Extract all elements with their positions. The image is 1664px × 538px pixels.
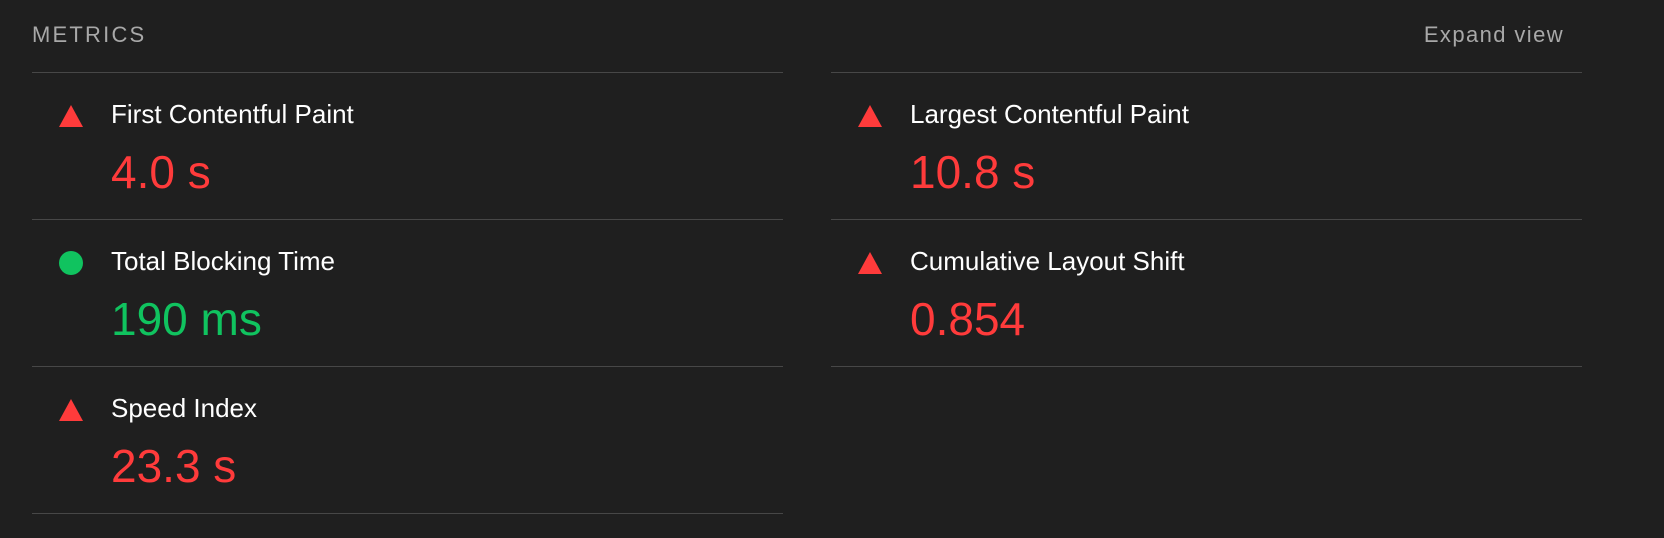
metrics-header: METRICS Expand view: [32, 22, 1564, 50]
metric-value: 10.8 s: [910, 146, 1036, 198]
metric-label: Cumulative Layout Shift: [910, 246, 1185, 276]
metrics-panel: METRICS Expand view First Contentful Pai…: [0, 0, 1664, 538]
metric-label: Total Blocking Time: [111, 246, 335, 276]
metric-value: 190 ms: [111, 293, 262, 345]
metric-label: Speed Index: [111, 393, 258, 423]
triangle-warning-icon: [59, 399, 83, 421]
triangle-warning-icon: [858, 252, 882, 274]
metric-first-contentful-paint: First Contentful Paint 4.0 s: [32, 73, 783, 220]
metric-value: 4.0 s: [111, 146, 211, 198]
circle-pass-icon: [59, 251, 83, 275]
metric-total-blocking-time: Total Blocking Time 190 ms: [32, 220, 783, 367]
expand-view-button[interactable]: Expand view: [1424, 22, 1564, 48]
metric-cumulative-layout-shift: Cumulative Layout Shift 0.854: [831, 220, 1582, 367]
metric-value: 0.854: [910, 293, 1026, 345]
triangle-warning-icon: [858, 105, 882, 127]
metric-value: 23.3 s: [111, 440, 237, 492]
metric-largest-contentful-paint: Largest Contentful Paint 10.8 s: [831, 73, 1582, 220]
metric-label: Largest Contentful Paint: [910, 99, 1189, 129]
metrics-column-right: Largest Contentful Paint 10.8 s Cumulati…: [831, 72, 1582, 367]
triangle-warning-icon: [59, 105, 83, 127]
metrics-title: METRICS: [32, 22, 147, 47]
metrics-column-left: First Contentful Paint 4.0 s Total Block…: [32, 72, 783, 514]
metric-label: First Contentful Paint: [111, 99, 354, 129]
metric-speed-index: Speed Index 23.3 s: [32, 367, 783, 514]
